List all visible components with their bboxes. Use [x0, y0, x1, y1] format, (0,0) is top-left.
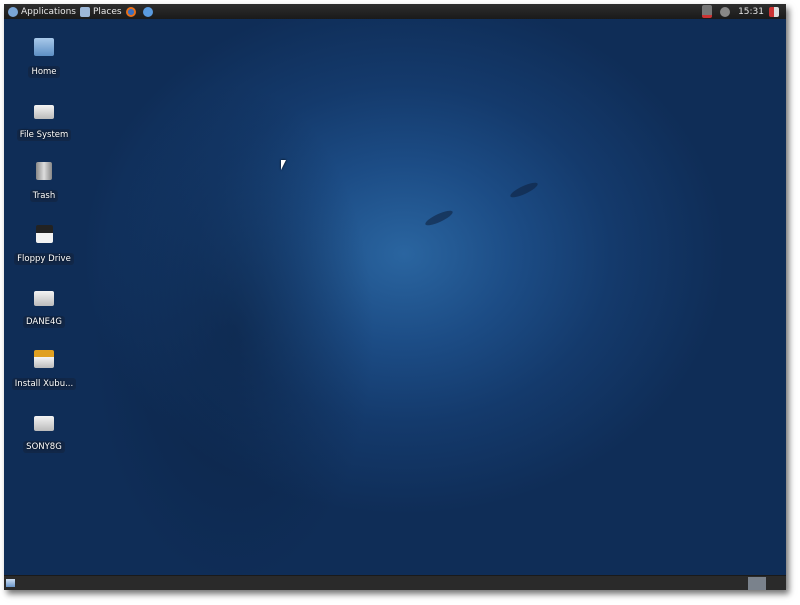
desktop-icon-dane4g[interactable]: DANE4G — [4, 288, 84, 328]
icon-label: Install Xubu... — [11, 378, 77, 390]
clock[interactable]: 15:31 — [738, 7, 764, 17]
firefox-launcher[interactable] — [125, 6, 139, 17]
firefox-icon — [125, 6, 136, 17]
floppy-icon — [35, 225, 53, 243]
help-launcher[interactable] — [142, 6, 156, 17]
places-label: Places — [92, 6, 122, 17]
wallpaper-bird — [423, 208, 455, 228]
wallpaper-tree — [84, 74, 384, 584]
bottom-panel — [4, 575, 786, 590]
places-menu[interactable]: Places — [79, 6, 122, 17]
desktop-icon-file-system[interactable]: File System — [4, 101, 84, 141]
icon-label: Trash — [29, 190, 59, 202]
usb-drive-icon — [34, 416, 54, 431]
home-folder-icon — [34, 38, 54, 56]
usb-drive-icon — [34, 291, 54, 306]
show-desktop-button[interactable] — [6, 579, 15, 587]
icon-label: SONY8G — [23, 441, 65, 453]
drive-icon — [34, 105, 54, 119]
workspace-switcher[interactable] — [748, 577, 766, 590]
mouse-pointer-icon — [281, 160, 286, 170]
desktop-icon-install-xubuntu[interactable]: Install Xubu... — [4, 350, 84, 390]
desktop[interactable]: Applications Places 15:31 Home File Syst… — [4, 4, 786, 590]
icon-label: File System — [16, 129, 72, 141]
top-panel: Applications Places 15:31 — [4, 4, 786, 19]
logout-icon[interactable] — [769, 6, 779, 17]
icon-label: Floppy Drive — [14, 253, 74, 265]
installer-icon — [34, 350, 54, 368]
desktop-icon-trash[interactable]: Trash — [4, 162, 84, 202]
icon-label: DANE4G — [23, 316, 65, 328]
network-disconnected-icon[interactable] — [702, 5, 713, 18]
volume-icon[interactable] — [720, 6, 731, 17]
desktop-icon-home[interactable]: Home — [4, 38, 84, 78]
xfce-logo-icon — [8, 6, 18, 17]
wallpaper-bird — [508, 180, 540, 200]
icon-label: Home — [28, 66, 60, 78]
desktop-icon-sony8g[interactable]: SONY8G — [4, 413, 84, 453]
trash-icon — [36, 162, 52, 180]
help-icon — [142, 6, 153, 17]
places-folder-icon — [79, 6, 90, 17]
desktop-icon-floppy-drive[interactable]: Floppy Drive — [4, 225, 84, 265]
applications-menu[interactable]: Applications — [8, 6, 76, 17]
applications-label: Applications — [21, 6, 76, 17]
system-tray: 15:31 — [702, 4, 782, 19]
